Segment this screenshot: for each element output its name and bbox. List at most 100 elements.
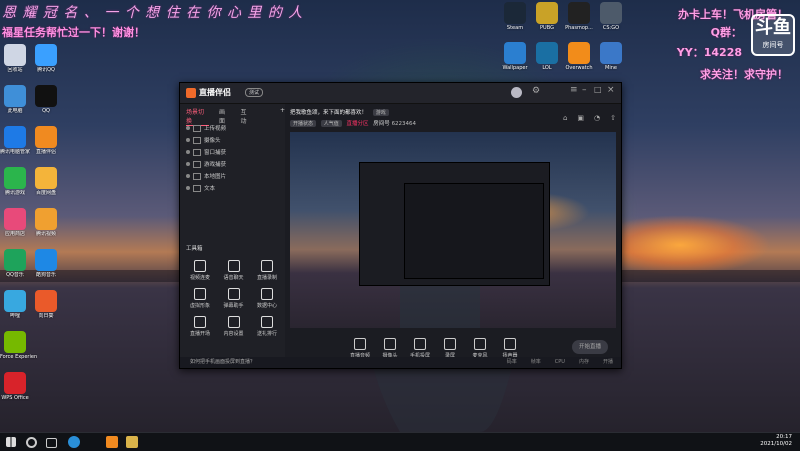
tool-button[interactable]: 内容设置 <box>220 316 248 337</box>
desktop-icon[interactable]: 腾讯QQ <box>24 44 68 73</box>
scene-label: 本地图片 <box>204 174 227 180</box>
scene-type-icon <box>193 148 201 156</box>
bell-icon[interactable]: ◔ <box>594 114 600 122</box>
desktop-icon[interactable]: WPS Office <box>0 372 37 401</box>
notice-text[interactable]: 如何把手机画面投屏到直播？ <box>190 359 255 365</box>
control-button[interactable]: 摄像头 <box>378 337 402 359</box>
screenshot-icon[interactable]: ▣ <box>577 114 584 122</box>
eye-icon[interactable] <box>186 174 190 178</box>
tool-button[interactable]: 语音聊天 <box>220 260 248 281</box>
scene-item[interactable]: 本地图片 <box>186 172 226 180</box>
tool-button[interactable]: 送礼排行 <box>253 316 281 337</box>
tool-button[interactable]: 虚拟形象 <box>186 288 214 309</box>
tool-label: 语音聊天 <box>223 275 244 281</box>
tool-icon <box>194 316 206 328</box>
tool-button[interactable]: 直播开场 <box>186 316 214 337</box>
start-icon[interactable] <box>6 437 16 447</box>
tool-button[interactable]: 视频连麦 <box>186 260 214 281</box>
desktop-icon[interactable]: LOL <box>532 42 562 71</box>
desktop-app-icon <box>600 42 622 64</box>
control-icon <box>384 337 396 350</box>
tool-label: 弹幕助手 <box>223 303 244 309</box>
desktop-icon-label: 腾讯QQ <box>37 67 55 73</box>
companion-taskbar-icon[interactable] <box>106 436 118 448</box>
maximize-icon[interactable]: □ <box>594 85 602 94</box>
menu-icon[interactable]: ≡ <box>570 85 578 95</box>
control-button[interactable]: 直播音频 <box>348 337 372 359</box>
desktop-icon[interactable]: Steam <box>500 2 530 31</box>
tab-interact[interactable]: 互动 <box>240 107 252 126</box>
scene-type-icon <box>193 184 201 192</box>
tool-icon <box>261 288 273 300</box>
category-pill[interactable]: 游戏 <box>372 109 389 116</box>
user-avatar[interactable] <box>511 87 522 98</box>
lock-icon[interactable]: ⌂ <box>563 114 567 122</box>
tool-button[interactable]: 弹幕助手 <box>220 288 248 309</box>
desktop-icon[interactable]: Wallpaper <box>500 42 530 71</box>
tool-label: 内容设置 <box>223 331 244 337</box>
scene-type-icon <box>193 160 201 168</box>
edge-icon[interactable] <box>68 436 80 448</box>
close-icon[interactable]: × <box>607 85 615 95</box>
desktop-icon[interactable]: 向日葵 <box>24 290 68 319</box>
tool-icon <box>227 288 240 300</box>
minimize-icon[interactable]: – <box>582 85 587 95</box>
status-item: CPU <box>554 359 565 365</box>
taskbar: 20:17 2021/10/02 <box>0 432 800 451</box>
app-title: 直播伴侣 <box>199 88 231 97</box>
system-clock[interactable]: 20:17 2021/10/02 <box>732 434 792 448</box>
control-button[interactable]: 手机投屏 <box>408 337 432 359</box>
eye-icon[interactable] <box>186 162 190 166</box>
go-live-button[interactable]: 开始直播 <box>572 340 608 354</box>
control-button[interactable]: 麦克风 <box>468 337 492 359</box>
desktop-app-icon <box>4 208 26 230</box>
taskview-icon[interactable] <box>46 438 57 448</box>
desktop-icon-label: GeForce Experience <box>0 354 37 360</box>
scene-label: 文本 <box>204 186 216 192</box>
desktop-icon-label: QQ <box>42 108 50 114</box>
desktop-icon-label: LOL <box>542 65 552 71</box>
desktop-icon[interactable]: 腾讯视频 <box>24 208 68 237</box>
eye-icon[interactable] <box>186 186 190 190</box>
pinned-app-icon[interactable] <box>126 436 138 448</box>
scene-label: 窗口捕获 <box>204 150 227 156</box>
desktop-app-icon <box>35 249 57 271</box>
tool-row: 直播开场 内容设置 送礼排行 <box>186 316 281 337</box>
desktop-icon[interactable]: 直播伴侣 <box>24 126 68 155</box>
tool-button[interactable]: 直播录制 <box>253 260 281 281</box>
desktop-icon[interactable]: PUBG <box>532 2 562 31</box>
desktop-app-icon <box>568 2 590 24</box>
overlay-line-2: Q群： <box>710 26 742 39</box>
control-button[interactable]: 录屏 <box>438 337 462 359</box>
title-bar: 直播伴侣 测试 ⚙ ≡ – □ × <box>180 83 621 104</box>
tool-label: 视频连麦 <box>189 275 210 281</box>
scene-item[interactable]: 摄像头 <box>186 136 221 144</box>
stream-title[interactable]: 把我歌鱼颂，来下面的都喜欢！ <box>290 110 367 116</box>
scene-item[interactable]: 窗口捕获 <box>186 148 226 156</box>
eye-icon[interactable] <box>186 138 190 142</box>
search-icon[interactable] <box>26 437 37 448</box>
desktop-icon[interactable]: GeForce Experience <box>0 331 37 360</box>
desktop-icon-label: Steam <box>506 25 524 31</box>
scene-label: 摄像头 <box>204 138 221 144</box>
desktop-icon[interactable]: 酷狗音乐 <box>24 249 68 278</box>
eye-icon[interactable] <box>186 126 190 130</box>
douyu-logo: 斗鱼 房间号 <box>751 14 795 56</box>
desktop-icon[interactable]: 百度网盘 <box>24 167 68 196</box>
settings-icon[interactable]: ⚙ <box>532 86 540 96</box>
desktop-icon[interactable]: Mine <box>596 42 626 71</box>
control-button[interactable]: 扬声器 <box>498 337 522 359</box>
title-badge: 测试 <box>245 88 264 97</box>
add-scene-icon[interactable]: + <box>280 107 285 126</box>
desktop-icon[interactable]: CS:GO <box>596 2 626 31</box>
desktop-icon[interactable]: Overwatch <box>564 42 594 71</box>
desktop-app-icon <box>4 44 26 66</box>
scene-item[interactable]: 文本 <box>186 184 215 192</box>
desktop-icon[interactable]: Phasmop... <box>564 2 594 31</box>
scene-item[interactable]: 游戏捕获 <box>186 160 226 168</box>
tool-button[interactable]: 数据中心 <box>253 288 281 309</box>
scene-item[interactable]: 上传视频 <box>186 124 226 132</box>
eye-icon[interactable] <box>186 150 190 154</box>
desktop-icon[interactable]: QQ <box>24 85 68 114</box>
share-icon[interactable]: ⇧ <box>610 114 616 122</box>
